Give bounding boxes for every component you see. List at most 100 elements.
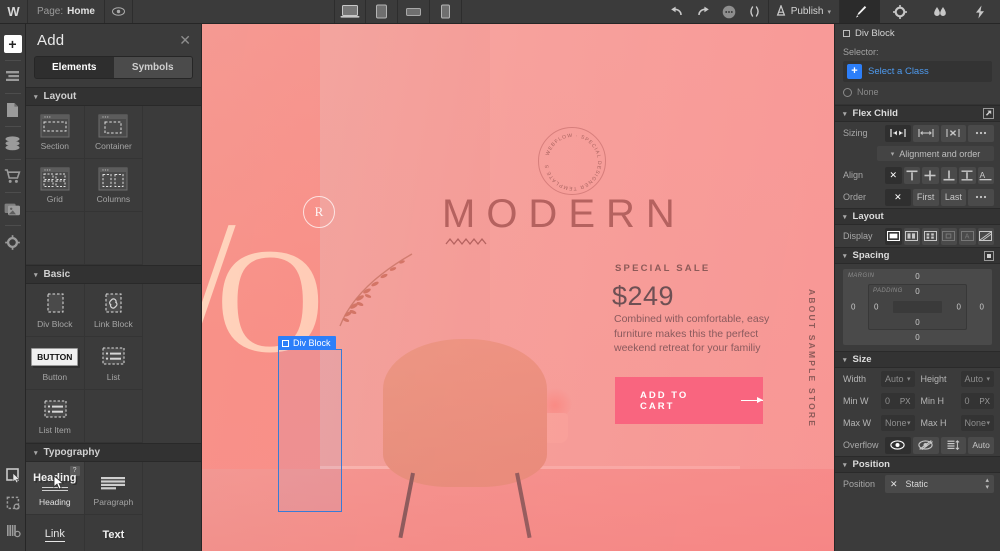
tab-style[interactable]	[840, 0, 881, 23]
element-container[interactable]: Container	[84, 106, 144, 159]
element-list[interactable]: List	[84, 337, 144, 390]
section-size[interactable]: ▾ Size	[835, 351, 1000, 368]
code-button[interactable]	[742, 0, 768, 23]
tab-effects[interactable]	[960, 0, 1000, 23]
section-position[interactable]: ▾ Position	[835, 456, 1000, 473]
min-h-input[interactable]: 0 PX	[960, 393, 994, 409]
rail-item-navigator[interactable]	[0, 63, 26, 91]
rail-item-select-tool[interactable]	[0, 461, 26, 489]
webflow-logo[interactable]: W	[0, 0, 28, 23]
sizing-shrink-if-needed[interactable]	[885, 124, 911, 142]
display-flex[interactable]	[903, 227, 920, 245]
padding-right-value[interactable]: 0	[957, 303, 961, 312]
order-none[interactable]: ✕	[885, 188, 911, 206]
margin-top-value[interactable]: 0	[915, 272, 919, 281]
selected-div-block[interactable]: Div Block	[278, 336, 342, 512]
max-w-input[interactable]: None ▾	[881, 415, 915, 431]
device-tablet-button[interactable]	[366, 0, 399, 23]
rail-item-add-elements[interactable]: +	[0, 30, 26, 58]
tab-settings[interactable]	[880, 0, 921, 23]
sizing-grow-if-possible[interactable]	[912, 124, 939, 142]
order-last[interactable]: Last	[940, 188, 967, 206]
section-flex-child[interactable]: ▾ Flex Child	[835, 105, 1000, 122]
redo-button[interactable]	[690, 0, 716, 23]
add-to-cart-button[interactable]: ADD TO CART	[615, 377, 764, 424]
tab-interactions[interactable]	[920, 0, 961, 23]
page-indicator[interactable]: Page: Home	[28, 0, 105, 23]
design-canvas[interactable]: / O	[202, 24, 834, 551]
padding-left-value[interactable]: 0	[874, 303, 878, 312]
rail-item-audit-tool[interactable]	[0, 517, 26, 545]
rail-item-ecommerce[interactable]	[0, 162, 26, 190]
element-div-block[interactable]: Div Block	[26, 284, 85, 337]
rail-item-cms[interactable]	[0, 129, 26, 157]
display-inline[interactable]: A	[959, 227, 976, 245]
overflow-visible[interactable]	[885, 436, 911, 454]
element-heading[interactable]: ? Heading Heading	[26, 462, 85, 515]
alignment-and-order-subhead[interactable]: ▾ Alignment and order	[877, 146, 994, 161]
rail-item-assets[interactable]	[0, 195, 26, 223]
element-section[interactable]: Section	[26, 106, 85, 159]
overflow-scroll[interactable]	[940, 436, 967, 454]
group-header-typography[interactable]: ▾ Typography	[26, 443, 201, 462]
width-input[interactable]: Auto ▾	[881, 371, 915, 387]
align-baseline[interactable]: A	[977, 166, 994, 184]
select-a-class-field[interactable]: + Select a Class	[843, 61, 992, 82]
element-text-block[interactable]: Text Text Block	[85, 515, 144, 551]
min-w-input[interactable]: 0 PX	[881, 393, 915, 409]
device-mobile-landscape-button[interactable]	[398, 0, 431, 23]
padding-top-value[interactable]: 0	[915, 287, 919, 296]
overflow-auto[interactable]: Auto	[968, 436, 994, 454]
sizing-dont-shrink[interactable]	[940, 124, 967, 142]
element-grid[interactable]: Grid	[26, 159, 85, 212]
plus-icon[interactable]: +	[847, 64, 862, 79]
rail-item-marquee-tool[interactable]	[0, 489, 26, 517]
close-icon[interactable]: ✕	[179, 33, 191, 47]
undo-button[interactable]	[664, 0, 690, 23]
device-mobile-portrait-button[interactable]	[430, 0, 463, 23]
order-more[interactable]	[968, 188, 994, 206]
align-stretch[interactable]	[959, 166, 976, 184]
margin-bottom-value[interactable]: 0	[915, 333, 919, 342]
device-desktop-button[interactable]	[334, 0, 367, 23]
section-layout[interactable]: ▾ Layout	[835, 208, 1000, 225]
align-none[interactable]: ✕	[885, 166, 902, 184]
align-center-icon	[924, 170, 936, 180]
display-inline-block[interactable]	[940, 227, 957, 245]
group-header-basic[interactable]: ▾ Basic	[26, 265, 201, 284]
preview-eye-button[interactable]	[105, 0, 133, 23]
element-paragraph[interactable]: Paragraph	[84, 462, 144, 515]
selected-element-header: Div Block	[835, 24, 1000, 42]
order-first[interactable]: First	[912, 188, 939, 206]
rail-item-pages[interactable]	[0, 96, 26, 124]
tab-elements[interactable]: Elements	[35, 57, 114, 78]
rail-item-settings[interactable]	[0, 228, 26, 256]
margin-right-value[interactable]: 0	[980, 303, 984, 312]
element-columns[interactable]: Columns	[84, 159, 144, 212]
group-header-layout[interactable]: ▾ Layout	[26, 87, 201, 106]
element-list-item[interactable]: List Item	[26, 390, 85, 443]
overflow-hidden[interactable]	[912, 436, 939, 454]
spacing-reset-icon[interactable]	[984, 250, 994, 261]
selection-badge[interactable]: Div Block	[278, 336, 336, 350]
padding-bottom-value[interactable]: 0	[915, 318, 919, 327]
element-button[interactable]: BUTTON Button	[26, 337, 85, 390]
element-link-block[interactable]: Link Block	[84, 284, 144, 337]
position-select[interactable]: ✕ Static ▴ ▾	[885, 475, 994, 493]
display-block[interactable]	[885, 227, 902, 245]
sizing-more[interactable]	[968, 124, 994, 142]
max-h-input[interactable]: None ▾	[960, 415, 994, 431]
align-end[interactable]	[940, 166, 957, 184]
tab-symbols[interactable]: Symbols	[113, 57, 192, 78]
expand-arrow-icon[interactable]	[983, 108, 994, 119]
height-input[interactable]: Auto ▾	[960, 371, 994, 387]
align-center[interactable]	[922, 166, 939, 184]
section-spacing[interactable]: ▾ Spacing	[835, 247, 1000, 264]
more-options-button[interactable]	[716, 0, 742, 23]
margin-left-value[interactable]: 0	[851, 303, 855, 312]
display-none[interactable]	[977, 227, 994, 245]
publish-button[interactable]: Publish ▾	[767, 0, 839, 23]
display-grid[interactable]	[922, 227, 939, 245]
align-start[interactable]	[903, 166, 920, 184]
element-text-link[interactable]: Link Text Link	[26, 515, 85, 551]
